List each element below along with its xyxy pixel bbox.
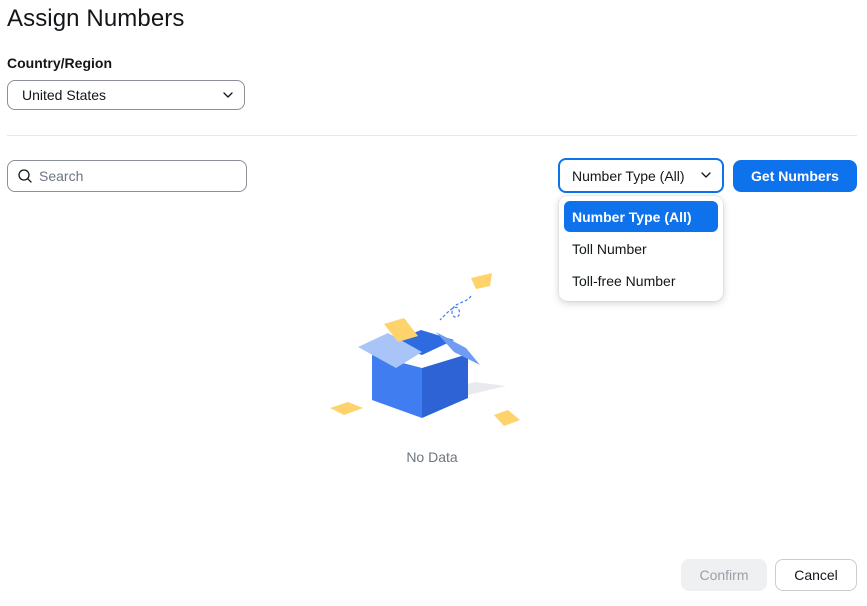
search-input[interactable] (39, 168, 229, 184)
chevron-down-icon (223, 92, 233, 98)
get-numbers-button[interactable]: Get Numbers (733, 160, 857, 192)
page-title: Assign Numbers (7, 5, 185, 32)
number-type-value: Number Type (All) (572, 167, 685, 184)
country-region-label: Country/Region (7, 55, 112, 71)
cancel-button[interactable]: Cancel (775, 559, 857, 591)
search-icon (18, 169, 32, 183)
country-region-value: United States (22, 87, 107, 103)
empty-state-text: No Data (406, 449, 458, 465)
confirm-button[interactable]: Confirm (681, 559, 767, 591)
country-region-select[interactable]: United States (7, 80, 245, 110)
dropdown-option-toll-number[interactable]: Toll Number (564, 233, 718, 264)
section-divider (7, 135, 857, 136)
search-field[interactable] (7, 160, 247, 192)
dropdown-option-toll-free-number[interactable]: Toll-free Number (564, 265, 718, 296)
empty-box-icon (330, 273, 520, 426)
dropdown-option-number-type-all[interactable]: Number Type (All) (564, 201, 718, 232)
number-type-dropdown-menu: Number Type (All) Toll Number Toll-free … (559, 196, 723, 301)
assign-numbers-dialog: Assign Numbers Country/Region United Sta… (0, 0, 867, 606)
chevron-down-icon (701, 172, 711, 178)
number-type-select[interactable]: Number Type (All) (558, 158, 724, 193)
